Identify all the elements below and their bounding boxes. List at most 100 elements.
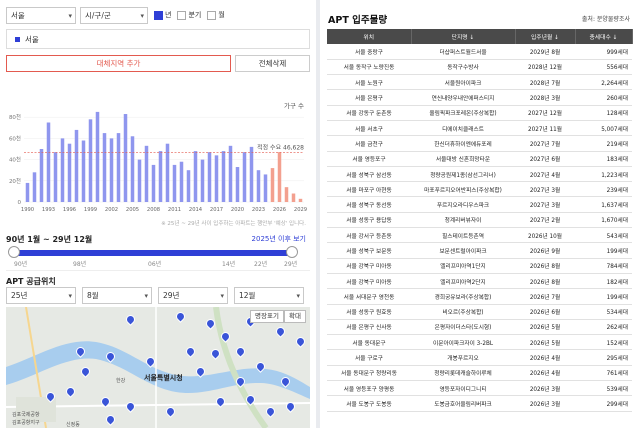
map-label-toggle-button[interactable]: 명장표기 xyxy=(250,310,284,323)
supply-map[interactable]: 김포국제공항 김포공항지구 신정동 한강 서울특별시청 명장표기 확대 xyxy=(6,307,310,428)
map-place-label: 김포공항지구 xyxy=(12,420,40,426)
cell-move-in: 2026년 7월 xyxy=(515,288,575,305)
x-tick-label: 2002 xyxy=(105,207,118,213)
chart-bar xyxy=(39,149,44,202)
select-value: 29년 xyxy=(163,291,180,300)
select-value: 12월 xyxy=(239,291,256,300)
cell-location: 서울 영등포구 양평동 xyxy=(327,380,411,397)
range-end-handle[interactable] xyxy=(286,246,298,258)
table-row[interactable]: 서울 강북구 미아동 엘리프미아역2단지 2026년 8월 182세대 xyxy=(327,273,632,290)
cell-location: 서울 성북구 동선동 xyxy=(327,196,411,213)
range-tick: 22년 xyxy=(254,261,268,268)
cell-move-in: 2026년 4월 xyxy=(515,349,575,366)
cell-complex: 연신내양우내안에퍼스티지 xyxy=(411,89,515,106)
table-row[interactable]: 서울 성북구 보문동 보문센트럴아이파크 2026년 9월 199세대 xyxy=(327,242,632,259)
supply-end-year-select[interactable]: 29년 ▾ xyxy=(158,287,228,304)
supply-chart: 0 20천 40천 60천 80천 1990 1993 1996 1999 2002 2005 200… xyxy=(4,90,314,220)
toggle-month[interactable]: 월 xyxy=(207,10,225,20)
supply-chart-svg: 0 20천 40천 60천 80천 1990 1993 1996 1999 2002 2005 200… xyxy=(9,101,307,213)
map-zoom-button[interactable]: 확대 xyxy=(284,310,306,323)
checkbox-checked-icon[interactable] xyxy=(154,10,163,20)
table-row[interactable]: 서울 성북구 삼선동 청량공원제1종(삼선그리너) 2027년 4월 1,223세대 xyxy=(327,166,632,183)
table-row[interactable]: 서울 은평구 신사동 은평자이더스타(도시형) 2026년 5월 262세대 xyxy=(327,319,632,336)
table-row[interactable]: 서울 영등포구 양평동 영등포자이디그니티 2026년 3월 539세대 xyxy=(327,380,632,397)
cell-move-in: 2026년 5월 xyxy=(515,334,575,351)
table-row[interactable]: 서울 강서구 등촌동 힐스테이트등촌역 2026년 10월 543세대 xyxy=(327,227,632,244)
cell-households: 1,223세대 xyxy=(575,166,632,183)
selected-region-box: 서울 xyxy=(6,29,310,49)
table-row[interactable]: 서울 영등포구 서울대방 신혼희망타운 2027년 6월 183세대 xyxy=(327,151,632,167)
checkbox-icon[interactable] xyxy=(207,10,217,20)
table-row[interactable]: 서울 성동구 원효동 비오르(주상복합) 2026년 6월 534세대 xyxy=(327,304,632,320)
col-header-households[interactable]: 총세대수 ↓ xyxy=(575,29,633,44)
chevron-down-icon: ▾ xyxy=(68,292,72,300)
cell-households: 239세대 xyxy=(575,181,632,198)
range-start-handle[interactable] xyxy=(8,246,20,258)
table-row[interactable]: 서울 금천구 한신더휴하이엔에듀포레 2027년 7월 219세대 xyxy=(327,135,632,152)
cell-move-in: 2027년 4월 xyxy=(515,166,575,183)
table-row[interactable]: 서울 노원구 서울원아이파크 2028년 7월 2,264세대 xyxy=(327,74,632,91)
clear-all-button[interactable]: 전체삭제 xyxy=(235,55,310,72)
chart-bar xyxy=(242,152,247,202)
cell-move-in: 2026년 4월 xyxy=(515,365,575,382)
cell-households: 182세대 xyxy=(575,273,632,290)
cell-location: 서울 성북구 보문동 xyxy=(327,242,411,259)
cell-households: 1,670세대 xyxy=(575,212,632,229)
cell-location: 서울 성북구 삼선동 xyxy=(327,166,411,183)
cell-households: 543세대 xyxy=(575,227,632,244)
district-select[interactable]: 시/구/군 ▾ xyxy=(80,6,148,24)
chart-bar xyxy=(123,114,128,202)
cell-location: 서울 중랑구 xyxy=(327,44,411,60)
cell-complex: 청량공원제1종(삼선그리너) xyxy=(411,166,515,183)
toggle-year[interactable]: 년 xyxy=(154,10,171,20)
reference-label: 적정 수요 46,628 xyxy=(257,145,304,152)
table-row[interactable]: 서울 중랑구 더샵퍼스트월드서울 2029년 8월 999세대 xyxy=(327,44,632,60)
y-tick-label: 0 xyxy=(18,200,22,206)
table-row[interactable]: 서울 서대문구 영천동 경희궁유보라(주상복합) 2026년 7월 199세대 xyxy=(327,288,632,305)
chart-bar xyxy=(249,146,254,202)
table-row[interactable]: 서울 마포구 아현동 마포푸르지오어반피스(주상복합) 2027년 3월 239세대 xyxy=(327,181,632,198)
selected-region-label[interactable]: 서울 xyxy=(25,34,39,45)
chart-bar xyxy=(207,152,212,202)
supply-end-month-select[interactable]: 12월 ▾ xyxy=(234,287,304,304)
x-tick-label: 1993 xyxy=(42,207,55,213)
table-row[interactable]: 서울 구로구 개봉푸르지오 2026년 4월 295세대 xyxy=(327,349,632,366)
table-row[interactable]: 서울 성북구 동선동 푸르지오라디우스파크 2027년 3월 1,637세대 xyxy=(327,196,632,213)
source-label: 출처: 분양물량조사 xyxy=(581,16,630,23)
add-region-button[interactable]: 대체지역 추가 xyxy=(6,55,231,72)
toggle-quarter[interactable]: 분기 xyxy=(177,10,201,20)
supply-start-month-select[interactable]: 8월 ▾ xyxy=(82,287,152,304)
cell-households: 128세대 xyxy=(575,105,632,121)
col-header-complex[interactable]: 단지명 ↓ xyxy=(411,29,516,44)
table-row[interactable]: 서울 강동구 둔촌동 올림픽파크포레온(주상복합) 2027년 12월 128세대 xyxy=(327,105,632,121)
cell-complex: 엘리프미아역2단지 xyxy=(411,273,515,290)
cell-location: 서울 강동구 둔촌동 xyxy=(327,105,411,121)
col-header-move-in[interactable]: 입주년월 ↓ xyxy=(515,29,576,44)
x-tick-label: 1999 xyxy=(84,207,97,213)
table-row[interactable]: 서울 도봉구 도봉동 도봉금호어울림리버파크 2026년 3월 299세대 xyxy=(327,395,632,412)
cell-location: 서울 서대문구 영천동 xyxy=(327,288,411,305)
chart-bar xyxy=(214,155,219,202)
table-row[interactable]: 서울 강북구 미아동 엘리프미아역1단지 2026년 8월 784세대 xyxy=(327,258,632,274)
cell-move-in: 2027년 3월 xyxy=(515,196,575,213)
cell-move-in: 2028년 3월 xyxy=(515,89,575,106)
table-row[interactable]: 서울 은평구 연신내양우내안에퍼스티지 2028년 3월 260세대 xyxy=(327,89,632,106)
supply-start-year-select[interactable]: 25년 ▾ xyxy=(6,287,76,304)
chart-bar xyxy=(298,198,303,202)
cell-complex: 엘리프미아역1단지 xyxy=(411,258,515,274)
cell-complex: 동작구수방사 xyxy=(411,59,515,76)
cell-location: 서울 서초구 xyxy=(327,120,411,137)
cell-move-in: 2026년 3월 xyxy=(515,380,575,397)
cell-households: 5,007세대 xyxy=(575,120,632,137)
region-select[interactable]: 서울 ▾ xyxy=(6,6,76,24)
table-row[interactable]: 서울 동작구 노량진동 동작구수방사 2028년 12월 556세대 xyxy=(327,59,632,76)
checkbox-icon[interactable] xyxy=(177,10,187,20)
after-2025-link[interactable]: 2025년 이후 보기 xyxy=(252,234,306,244)
table-row[interactable]: 서울 성동구 용답동 청계리버뷰자이 2027년 2월 1,670세대 xyxy=(327,212,632,229)
table-row[interactable]: 서울 동대문구 청량리동 청량리롯데캐슬하이루체 2026년 4월 761세대 xyxy=(327,365,632,382)
table-row[interactable]: 서울 서초구 디에이치클래스트 2027년 11월 5,007세대 xyxy=(327,120,632,137)
table-row[interactable]: 서울 동대문구 이문아이파크자이 3-2BL 2026년 5월 152세대 xyxy=(327,334,632,351)
map-place-label: 김포국제공항 xyxy=(12,412,40,418)
range-slider-track[interactable] xyxy=(14,250,292,256)
chart-bar xyxy=(263,174,268,202)
